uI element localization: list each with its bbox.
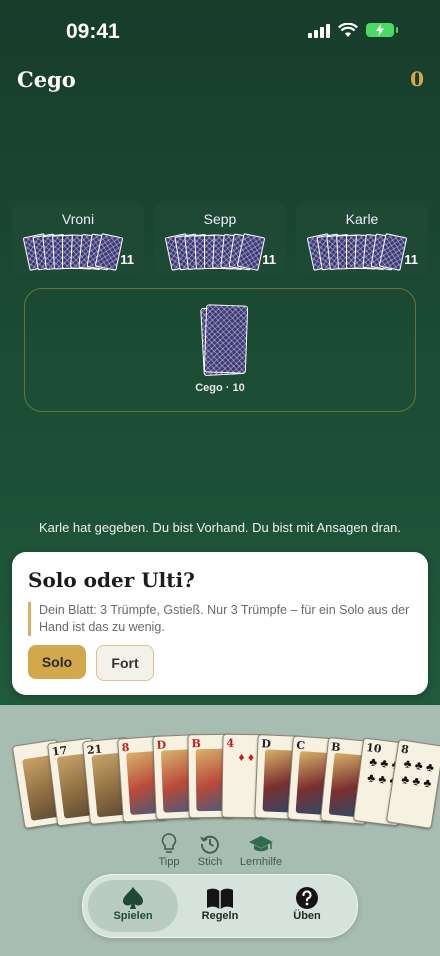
helper-toolbar: Tipp Stich Lernhilfe [0, 832, 440, 872]
card-index: B [191, 736, 201, 751]
card-index: 17 [51, 743, 69, 759]
help-icon [296, 887, 318, 909]
history-icon [200, 835, 219, 854]
opponent-card-count: 11 [404, 252, 418, 267]
card-index: 8 [400, 742, 410, 757]
card-index: C [295, 738, 306, 753]
card-index: 21 [86, 742, 103, 757]
opponent-name: Vroni [61, 211, 95, 227]
card-index: 4 [226, 736, 235, 750]
solo-button[interactable]: Solo [28, 645, 86, 679]
status-bar: 09:41 [0, 0, 440, 60]
wifi-icon [338, 22, 358, 37]
bid-dialog: Solo oder Ulti? Dein Blatt: 3 Trümpfe, G… [12, 552, 428, 695]
tab-rules-label: Regeln [201, 910, 239, 922]
opponent-name: Karle [345, 211, 379, 227]
status-time: 09:41 [66, 20, 120, 43]
status-icons [308, 22, 398, 38]
tab-play[interactable]: Spielen [88, 880, 178, 932]
card-index: B [330, 739, 342, 754]
signal-icon [308, 22, 330, 38]
card-index: D [156, 738, 167, 753]
learn-label: Lernhilfe [239, 856, 283, 868]
tab-about[interactable]: Üben [262, 880, 352, 932]
opponent-card-fan [306, 233, 408, 273]
game-message: Karle hat gegeben. Du bist Vorhand. Du b… [38, 520, 402, 535]
opponent-name: Sepp [203, 211, 237, 227]
opponent-card-fan [22, 233, 124, 273]
learn-help-button[interactable]: Lernhilfe [231, 832, 291, 868]
opponent-karle: Karle 11 [296, 203, 428, 275]
card-artwork: ♣ ♣ ♣ ♣ ♣ ♣ [394, 754, 436, 821]
battery-icon [366, 23, 398, 37]
score-value: 0 [410, 67, 424, 91]
opponent-card-count: 11 [120, 252, 134, 267]
fort-button[interactable]: Fort [96, 645, 154, 681]
talon-label: Cego · 10 [195, 382, 245, 394]
trick-area: Cego · 10 [24, 288, 416, 412]
tab-play-label: Spielen [113, 910, 153, 922]
app-title: Cego [17, 67, 76, 92]
lightbulb-icon [161, 833, 177, 853]
tab-bar: Spielen Regeln Üben [82, 874, 358, 938]
graduation-cap-icon [249, 836, 273, 852]
spade-icon [123, 887, 143, 909]
card-index: D [261, 737, 272, 752]
opponent-sepp: Sepp 11 [154, 203, 286, 275]
opponent-card-count: 11 [262, 252, 276, 267]
opponent-vroni: Vroni 11 [12, 203, 144, 275]
card-index: 8 [121, 740, 130, 755]
dialog-title: Solo oder Ulti? [28, 568, 195, 592]
tab-about-label: Üben [293, 910, 321, 922]
card-index: 10 [365, 741, 383, 756]
player-hand: 17 21 8 D B ♦ ♦ 4 D C B ♣ ♣ ♣ ♣ ♣ ♣ 10 ♣ ♣ ♣ ♣ ♣ ♣ 8 [0, 705, 440, 845]
talon-card-back [203, 304, 249, 374]
opponent-card-fan [164, 233, 266, 273]
dialog-hint: Dein Blatt: 3 Trümpfe, Gstieß. Nur 3 Trü… [28, 602, 411, 636]
book-icon [207, 888, 233, 909]
tab-rules[interactable]: Regeln [175, 880, 265, 932]
talon-stack[interactable] [200, 304, 249, 377]
